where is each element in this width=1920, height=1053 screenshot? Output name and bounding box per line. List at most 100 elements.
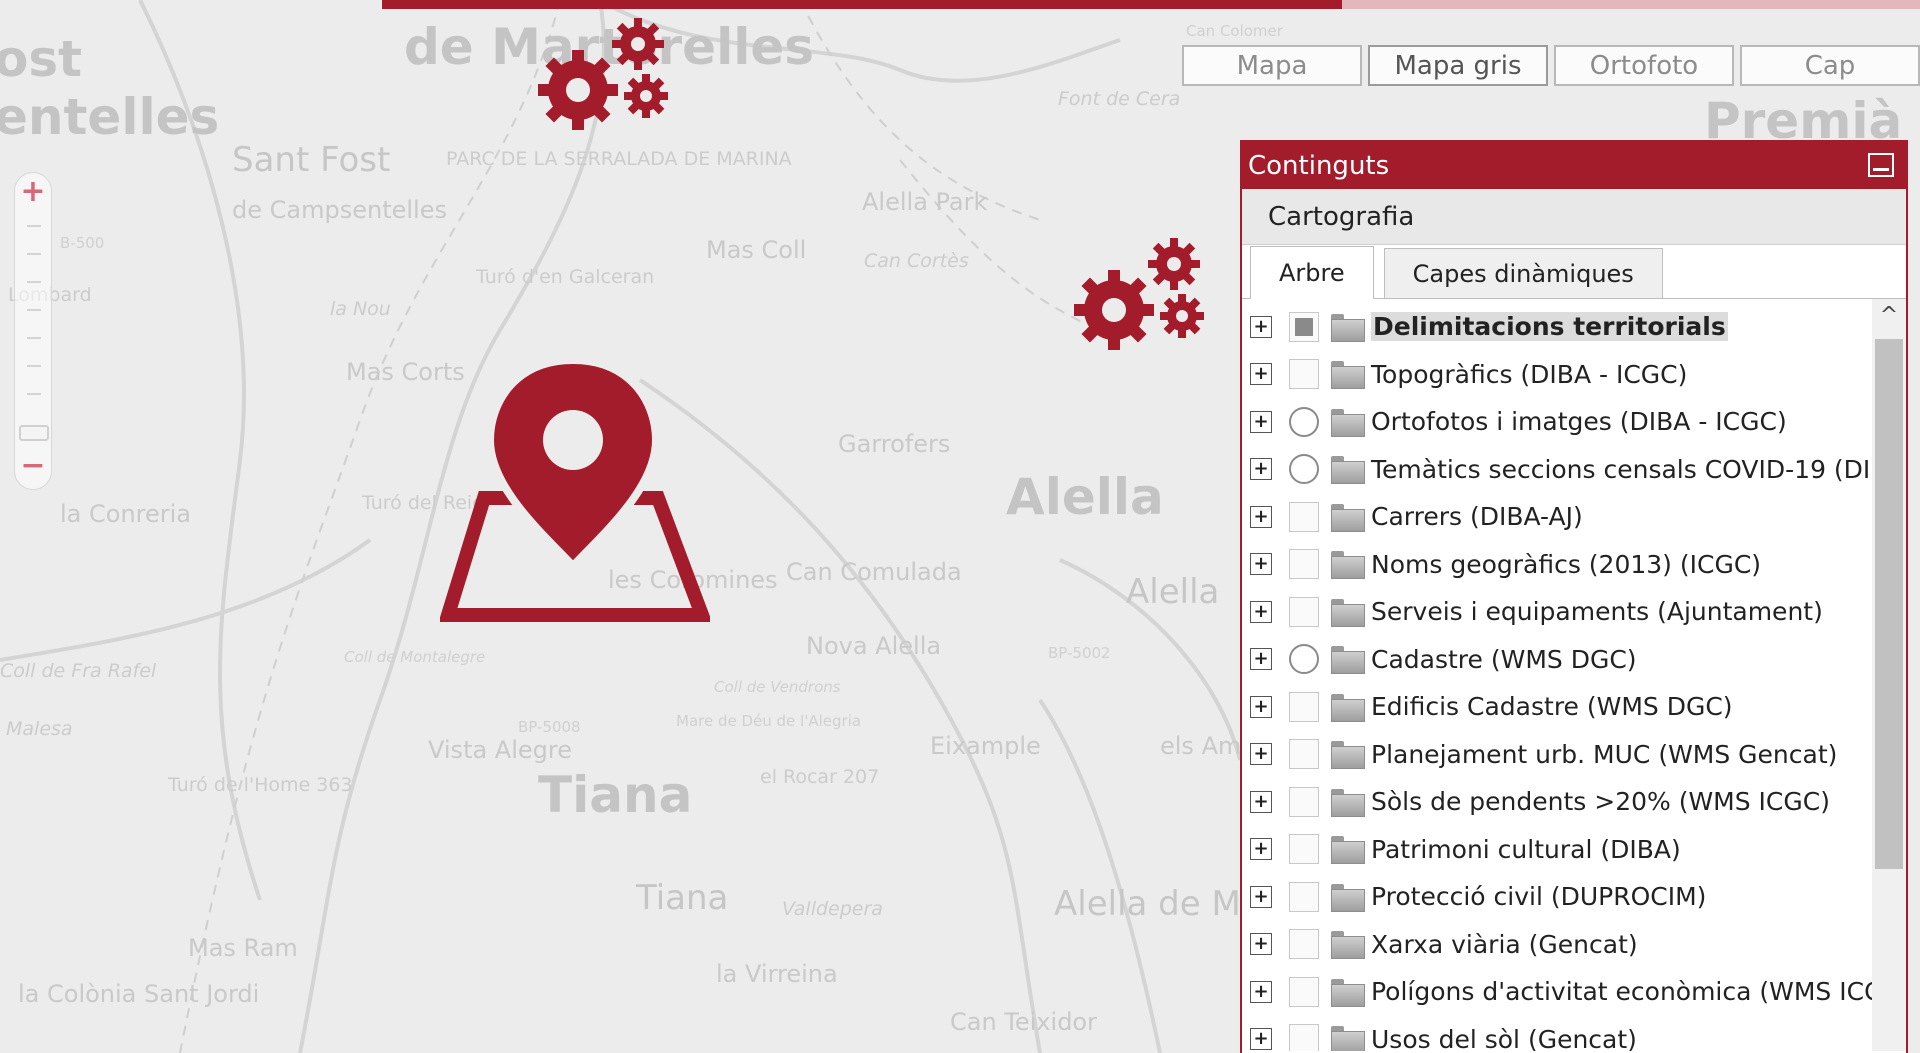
folder-icon <box>1331 836 1365 864</box>
expand-icon[interactable]: + <box>1250 1028 1272 1050</box>
expand-icon[interactable]: + <box>1250 648 1272 670</box>
layer-tree-row[interactable]: + Delimitacions territorials <box>1242 303 1728 350</box>
layer-radio[interactable] <box>1289 454 1319 484</box>
layer-checkbox[interactable] <box>1289 501 1319 532</box>
layer-label[interactable]: Protecció civil (DUPROCIM) <box>1371 882 1706 911</box>
layer-label[interactable]: Serveis i equipaments (Ajuntament) <box>1371 597 1823 626</box>
layer-checkbox[interactable] <box>1289 359 1319 389</box>
map-label: el Rocar 207 <box>760 766 880 788</box>
expand-icon[interactable]: + <box>1250 410 1272 433</box>
layer-checkbox[interactable] <box>1289 929 1319 959</box>
folder-icon <box>1331 503 1365 532</box>
layer-checkbox[interactable] <box>1289 976 1319 1007</box>
layer-radio[interactable] <box>1289 406 1319 437</box>
folder-icon <box>1331 313 1365 342</box>
map-label: Mas Coll <box>706 236 807 264</box>
expand-icon[interactable]: + <box>1250 458 1272 480</box>
layer-label[interactable]: Polígons d'activitat econòmica (WMS ICGC… <box>1371 977 1906 1006</box>
layer-checkbox[interactable] <box>1289 786 1319 817</box>
layer-tree-row[interactable]: + Planejament urb. MUC (WMS Gencat) <box>1242 731 1837 778</box>
layer-checkbox[interactable] <box>1289 596 1319 627</box>
zoom-slider[interactable]: + − <box>14 172 52 490</box>
layer-tree-row[interactable]: + Protecció civil (DUPROCIM) <box>1242 873 1706 920</box>
tab-capes-dinamiques[interactable]: Capes dinàmiques <box>1383 248 1663 298</box>
layer-label[interactable]: Sòls de pendents >20% (WMS ICGC) <box>1371 787 1830 816</box>
layer-button-cap[interactable]: Cap <box>1740 45 1920 86</box>
layer-label[interactable]: Planejament urb. MUC (WMS Gencat) <box>1371 740 1837 769</box>
folder-icon <box>1331 693 1365 722</box>
layer-tree-row[interactable]: + Temàtics seccions censals COVID-19 (DIB… <box>1242 446 1906 493</box>
layer-tree-row[interactable]: + Cadastre (WMS DGC) <box>1242 636 1637 683</box>
layer-tree: + Delimitacions territorials + Topogràfics … <box>1242 299 1906 1051</box>
layer-checkbox[interactable] <box>1289 549 1319 579</box>
folder-icon <box>1331 456 1365 484</box>
layer-button-mapa-gris[interactable]: Mapa gris <box>1368 45 1548 86</box>
minimize-icon[interactable] <box>1868 153 1894 177</box>
layer-tree-row[interactable]: + Polígons d'activitat econòmica (WMS ICG… <box>1242 968 1906 1015</box>
layer-tree-row[interactable]: + Usos del sòl (Gencat) <box>1242 1016 1637 1052</box>
expand-icon[interactable]: + <box>1250 695 1272 718</box>
expand-icon[interactable]: + <box>1250 363 1272 385</box>
map-label: BP-5008 <box>518 718 581 736</box>
map-label: Coll de Vendrons <box>714 678 841 696</box>
expand-icon[interactable]: + <box>1250 505 1272 528</box>
layer-tree-row[interactable]: + Ortofotos i imatges (DIBA - ICGC) <box>1242 398 1787 445</box>
layer-checkbox[interactable] <box>1289 1024 1319 1051</box>
map-label: Turó de l'Home 363 <box>168 774 353 796</box>
expand-icon[interactable]: + <box>1250 838 1272 860</box>
scroll-thumb[interactable] <box>1875 339 1903 869</box>
layer-label[interactable]: Patrimoni cultural (DIBA) <box>1371 835 1681 864</box>
layer-label[interactable]: Xarxa viària (Gencat) <box>1371 930 1638 959</box>
scroll-up-icon[interactable]: ^ <box>1872 299 1906 333</box>
layer-label[interactable]: Noms geogràfics (2013) (ICGC) <box>1371 550 1761 579</box>
contents-panel: Continguts Cartografia Arbre Capes dinàm… <box>1240 140 1908 1053</box>
layer-checkbox[interactable] <box>1289 691 1319 722</box>
zoom-in-button[interactable]: + <box>15 175 51 211</box>
expand-icon[interactable]: + <box>1250 600 1272 623</box>
map-label: la Nou <box>330 298 391 320</box>
layer-tree-row[interactable]: + Edificis Cadastre (WMS DGC) <box>1242 683 1733 730</box>
layer-tree-row[interactable]: + Topogràfics (DIBA - ICGC) <box>1242 351 1687 398</box>
section-header[interactable]: Cartografia <box>1242 189 1906 245</box>
panel-title: Continguts <box>1248 150 1390 181</box>
gears-icon <box>538 18 668 130</box>
zoom-out-button[interactable]: − <box>15 449 51 485</box>
layer-checkbox[interactable] <box>1289 881 1319 912</box>
layer-checkbox[interactable] <box>1289 739 1319 769</box>
layer-label[interactable]: Delimitacions territorials <box>1371 312 1728 341</box>
layer-tree-row[interactable]: + Patrimoni cultural (DIBA) <box>1242 826 1681 873</box>
layer-label[interactable]: Ortofotos i imatges (DIBA - ICGC) <box>1371 407 1787 436</box>
map-label: la Virreina <box>716 960 838 988</box>
expand-icon[interactable]: + <box>1250 933 1272 955</box>
map-label: B-500 <box>60 234 105 252</box>
layer-tree-row[interactable]: + Noms geogràfics (2013) (ICGC) <box>1242 541 1761 588</box>
layer-label[interactable]: Temàtics seccions censals COVID-19 (DIBA… <box>1371 455 1906 484</box>
layer-tree-row[interactable]: + Carrers (DIBA-AJ) <box>1242 493 1583 540</box>
layer-checkbox[interactable] <box>1289 311 1319 342</box>
expand-icon[interactable]: + <box>1250 790 1272 813</box>
layer-tree-row[interactable]: + Serveis i equipaments (Ajuntament) <box>1242 588 1823 635</box>
expand-icon[interactable]: + <box>1250 885 1272 908</box>
tree-scrollbar[interactable]: ^ <box>1872 299 1906 1051</box>
layer-button-mapa[interactable]: Mapa <box>1182 45 1362 86</box>
layer-label[interactable]: Carrers (DIBA-AJ) <box>1371 502 1583 531</box>
map-label: Alella <box>1006 468 1164 526</box>
expand-icon[interactable]: + <box>1250 743 1272 765</box>
layer-label[interactable]: Usos del sòl (Gencat) <box>1371 1025 1637 1052</box>
map-label: Garrofers <box>838 430 951 458</box>
layer-label[interactable]: Cadastre (WMS DGC) <box>1371 645 1637 674</box>
layer-label[interactable]: Topogràfics (DIBA - ICGC) <box>1371 360 1687 389</box>
layer-tree-row[interactable]: + Sòls de pendents >20% (WMS ICGC) <box>1242 778 1830 825</box>
layer-radio[interactable] <box>1289 644 1319 674</box>
folder-icon <box>1331 408 1365 437</box>
expand-icon[interactable]: + <box>1250 980 1272 1003</box>
layer-label[interactable]: Edificis Cadastre (WMS DGC) <box>1371 692 1733 721</box>
zoom-handle[interactable] <box>19 425 49 441</box>
map-label: Font de Cera <box>1058 88 1181 110</box>
expand-icon[interactable]: + <box>1250 553 1272 575</box>
layer-button-ortofoto[interactable]: Ortofoto <box>1554 45 1734 86</box>
tab-arbre[interactable]: Arbre <box>1250 246 1374 299</box>
layer-checkbox[interactable] <box>1289 834 1319 864</box>
expand-icon[interactable]: + <box>1250 315 1272 338</box>
layer-tree-row[interactable]: + Xarxa viària (Gencat) <box>1242 921 1638 968</box>
